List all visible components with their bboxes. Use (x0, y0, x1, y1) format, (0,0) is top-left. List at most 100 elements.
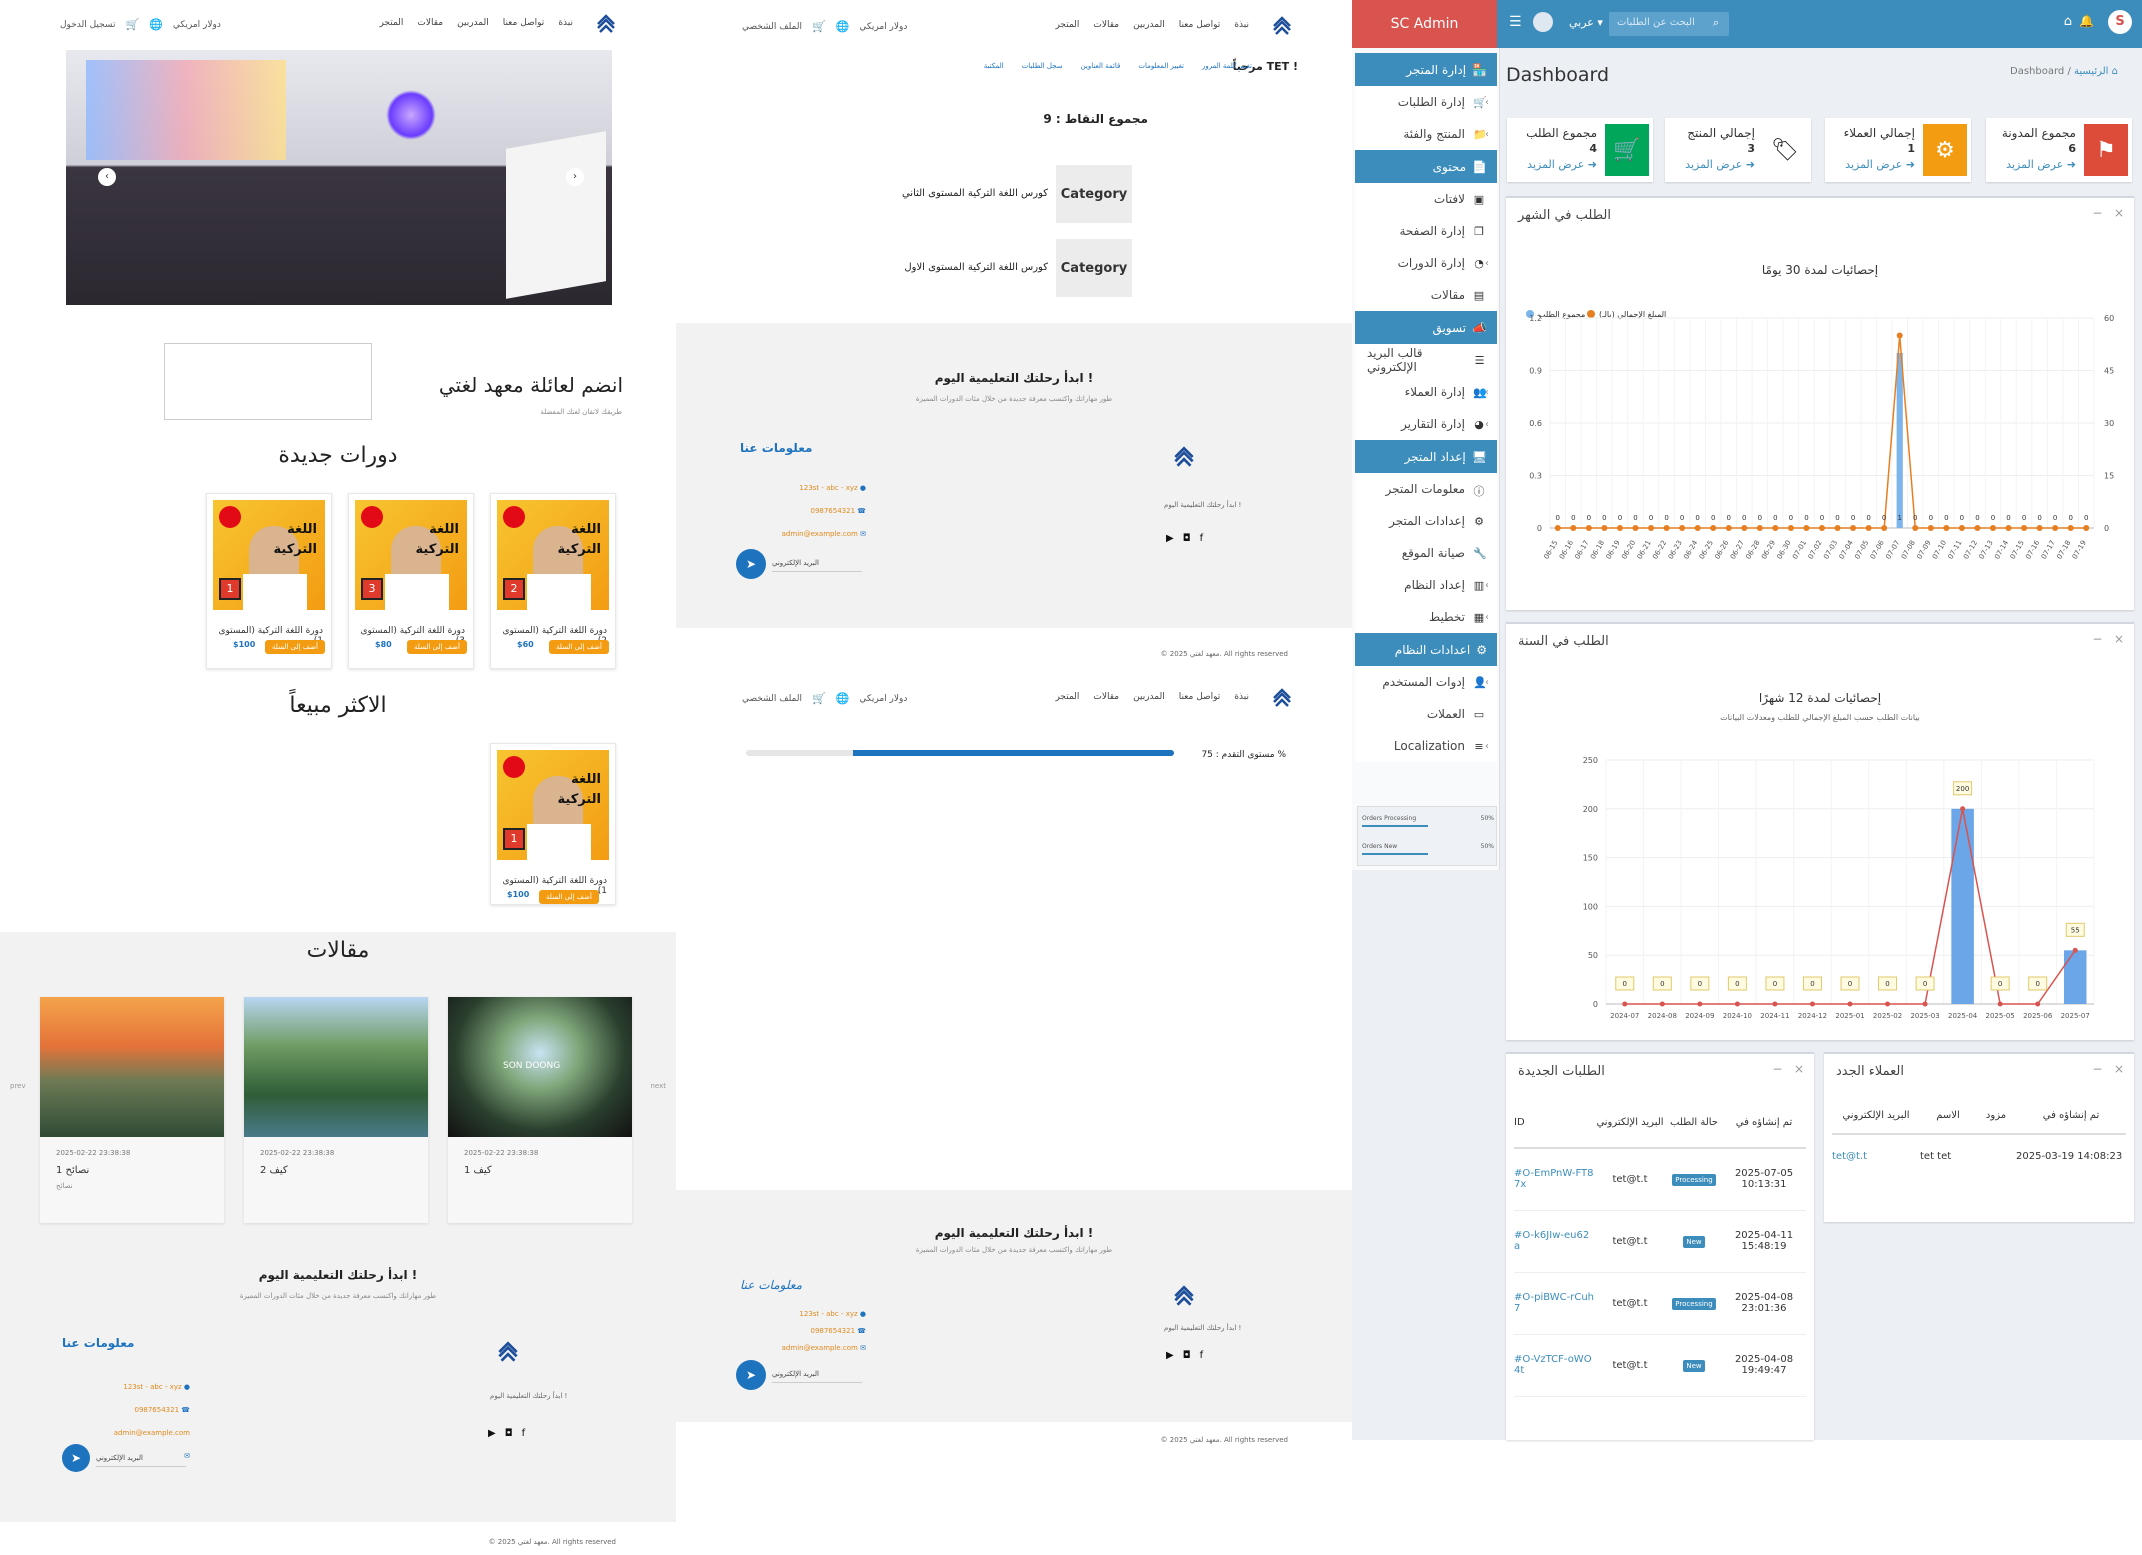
collapse-icon[interactable]: − (2092, 632, 2102, 646)
site-logo[interactable] (1268, 12, 1296, 40)
sidebar-section-megaphone[interactable]: تسويق 📣 (1355, 311, 1497, 344)
order-search-input[interactable]: البحث عن الطلبات (1609, 12, 1729, 36)
sidebar-item-globe[interactable]: ‹ Localization ≡ (1355, 730, 1497, 762)
sidebar-item-layout[interactable]: ‹ تخطيط ▦ (1355, 601, 1497, 633)
view-more-link[interactable]: عرض المزيد ➜ (1845, 158, 1915, 171)
language-select[interactable]: عربي ▾ (1569, 16, 1603, 29)
facebook-icon[interactable]: f (1200, 1350, 1204, 1361)
order-id-link[interactable]: #O-EmPnW-FT87x (1514, 1148, 1594, 1210)
add-to-cart-button[interactable]: أضف إلى السلة (539, 890, 599, 904)
course-card[interactable]: اللغة التركية 1 دورة اللغة التركية (المستوى… (206, 493, 332, 669)
sidebar-item-sliders[interactable]: ‹ إعداد النظام ▥ (1355, 569, 1497, 601)
footer-logo[interactable] (1170, 1282, 1198, 1310)
notifications-bell-icon[interactable]: 🔔 (2079, 14, 2094, 28)
table-row[interactable]: #O-VzTCF-oWO4t tet@t.t New 2025-04-08 19:49… (1514, 1334, 1806, 1396)
nav-item-trainers[interactable]: المدربين (1133, 692, 1165, 702)
nav-item-about[interactable]: نبذة (558, 18, 573, 28)
profile-link[interactable]: الملف الشخصي (742, 694, 802, 704)
nav-item-articles[interactable]: مقالات (1093, 20, 1119, 30)
admin-brand[interactable]: SC Admin (1352, 0, 1497, 48)
login-link[interactable]: تسجيل الدخول (60, 20, 115, 30)
facebook-icon[interactable]: f (522, 1428, 526, 1439)
nav-item-trainers[interactable]: المدربين (1133, 20, 1165, 30)
table-row[interactable]: #O-piBWC-rCuh7 tet@t.t Processing 2025-04-0… (1514, 1272, 1806, 1334)
add-to-cart-button[interactable]: أضف إلى السلة (407, 640, 467, 654)
currency-select[interactable]: دولار امريكي (173, 20, 221, 30)
home-icon[interactable]: ⌂ (2064, 14, 2072, 29)
sidebar-item-pie[interactable]: ‹ إدارة التقارير ◕ (1355, 408, 1497, 440)
nav-item-contact[interactable]: تواصل معنا (503, 18, 545, 28)
nav-item-contact[interactable]: تواصل معنا (1179, 20, 1221, 30)
tab-library[interactable]: المكتبة (984, 62, 1004, 70)
tab-change-password[interactable]: تغيير كلمة المرور (1202, 62, 1252, 70)
language-globe-icon[interactable]: 🌐 (836, 20, 850, 33)
tab-address-list[interactable]: قائمة العناوين (1081, 62, 1121, 70)
currency-select[interactable]: دولار امريكي (859, 694, 907, 704)
youtube-icon[interactable]: ▶ (1166, 1350, 1174, 1361)
close-icon[interactable]: × (1794, 1062, 1804, 1076)
sidebar-item-book[interactable]: ‹ إدارة الدورات ◔ (1355, 247, 1497, 279)
instagram-icon[interactable]: ◘ (1183, 533, 1191, 544)
nav-item-store[interactable]: المتجر (379, 18, 403, 28)
newsletter-email-input[interactable]: البريد الإلكتروني (772, 559, 862, 572)
article-title[interactable]: نصائح 1 (40, 1157, 224, 1176)
site-logo[interactable] (592, 10, 620, 38)
course-card[interactable]: اللغة التركية 2 دورة اللغة التركية (المستوى… (490, 493, 616, 669)
footer-logo[interactable] (494, 1338, 522, 1366)
user-avatar-icon[interactable] (1533, 12, 1553, 32)
course-card[interactable]: اللغة التركية 3 دورة اللغة التركية (المستوى… (348, 493, 474, 669)
nav-item-contact[interactable]: تواصل معنا (1179, 692, 1221, 702)
sidebar-item-info[interactable]: معلومات المتجر ⓘ (1355, 473, 1497, 505)
cart-icon[interactable]: 🛒 (812, 20, 826, 33)
footer-phone[interactable]: 0987654321 (810, 507, 855, 515)
nav-item-store[interactable]: المتجر (1055, 692, 1079, 702)
facebook-icon[interactable]: f (1200, 533, 1204, 544)
breadcrumb-home[interactable]: الرئيسية (2074, 66, 2108, 77)
cart-icon[interactable]: 🛒 (125, 18, 139, 31)
menu-toggle-icon[interactable]: ☰ (1509, 14, 1522, 30)
sidebar-section-cogs[interactable]: اعدادات النظام ⚙ (1355, 633, 1497, 666)
collapse-icon[interactable]: − (1772, 1062, 1782, 1076)
footer-phone[interactable]: 0987654321 (810, 1327, 855, 1335)
close-icon[interactable]: × (2114, 206, 2124, 220)
sidebar-item-copy[interactable]: إدارة الصفحة ❐ (1355, 215, 1497, 247)
sidebar-section-file[interactable]: محتوى 📄 (1355, 150, 1497, 183)
search-icon[interactable]: ⌕ (1713, 16, 1719, 30)
order-id-link[interactable]: #O-k6JIw-eu62a (1514, 1210, 1594, 1272)
nav-item-about[interactable]: نبذة (1234, 692, 1249, 702)
articles-next-button[interactable]: next (650, 1082, 666, 1090)
customer-email[interactable]: tet@t.t (1832, 1134, 1920, 1178)
sidebar-item-folder[interactable]: ‹ المنتج والفئة 📁 (1355, 118, 1497, 150)
enrolled-course-title[interactable]: كورس اللغة التركية المستوى الاول (904, 262, 1048, 273)
table-row[interactable]: #O-EmPnW-FT87x tet@t.t Processing 2025-07-0… (1514, 1148, 1806, 1210)
tab-change-info[interactable]: تغيير المعلومات (1138, 62, 1184, 70)
article-title[interactable]: كيف 1 (448, 1157, 632, 1176)
footer-phone[interactable]: 0987654321 (134, 1406, 179, 1414)
order-id-link[interactable]: #O-piBWC-rCuh7 (1514, 1272, 1594, 1334)
close-icon[interactable]: × (2114, 632, 2124, 646)
nav-item-store[interactable]: المتجر (1055, 20, 1079, 30)
currency-select[interactable]: دولار امريكي (859, 22, 907, 32)
account-avatar[interactable]: S (2108, 10, 2132, 34)
category-button[interactable]: Category (1056, 239, 1132, 297)
language-globe-icon[interactable]: 🌐 (149, 18, 163, 31)
order-id-link[interactable]: #O-VzTCF-oWO4t (1514, 1334, 1594, 1396)
sidebar-item-money[interactable]: العملات ▭ (1355, 698, 1497, 730)
article-title[interactable]: كيف 2 (244, 1157, 428, 1176)
sidebar-item-gear[interactable]: إعدادات المتجر ⚙ (1355, 505, 1497, 537)
sidebar-item-cart[interactable]: ‹ إدارة الطلبات 🛒 (1355, 86, 1497, 118)
profile-link[interactable]: الملف الشخصي (742, 22, 802, 32)
sidebar-item-users-cog[interactable]: ‹ إدوات المستخدم 👤 (1355, 666, 1497, 698)
sidebar-item-list[interactable]: قالب البريد الإلكتروني ☰ (1355, 344, 1497, 376)
footer-email[interactable]: admin@example.com (114, 1429, 190, 1437)
cart-icon[interactable]: 🛒 (812, 692, 826, 705)
close-icon[interactable]: × (2114, 1062, 2124, 1076)
nav-item-articles[interactable]: مقالات (417, 18, 443, 28)
view-more-link[interactable]: عرض المزيد ➜ (1527, 158, 1597, 171)
article-card[interactable]: 2025-02-22 23:38:38 نصائح 1 نصائح (40, 997, 224, 1223)
newsletter-send-button[interactable]: ➤ (62, 1444, 90, 1472)
sidebar-item-image[interactable]: لافتات ▣ (1355, 183, 1497, 215)
view-more-link[interactable]: عرض المزيد ➜ (2006, 158, 2076, 171)
nav-item-articles[interactable]: مقالات (1093, 692, 1119, 702)
youtube-icon[interactable]: ▶ (1166, 533, 1174, 544)
